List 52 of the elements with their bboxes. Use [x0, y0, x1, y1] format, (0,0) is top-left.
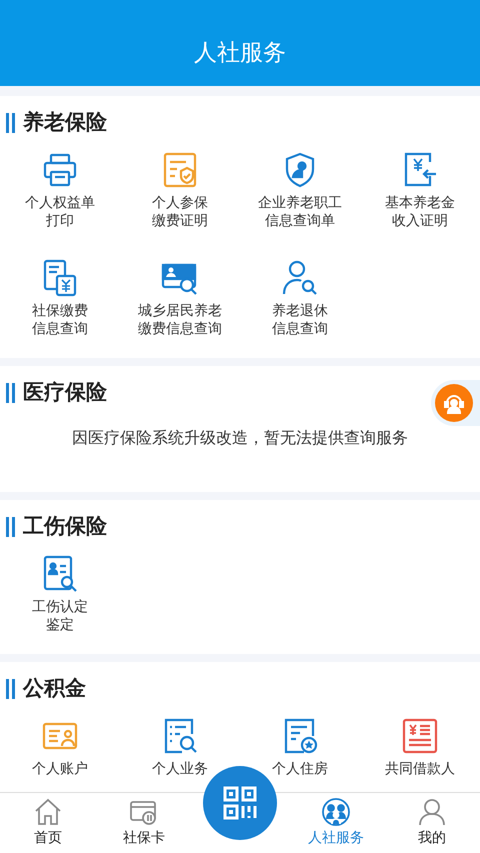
service-item[interactable]: 个人住房 — [240, 716, 360, 778]
item-label: 收入证明 — [392, 212, 448, 230]
item-label: 个人业务 — [152, 760, 208, 778]
service-item[interactable]: 个人参保 缴费证明 — [120, 150, 240, 230]
item-label: 社保缴费 — [32, 302, 88, 320]
title-bar-icon — [6, 679, 15, 699]
section-title: 养老保险 — [23, 109, 107, 136]
item-label: 共同借款人 — [385, 760, 455, 778]
service-item[interactable]: 社保缴费 信息查询 — [0, 258, 120, 338]
tab-item[interactable]: 我的 — [384, 793, 480, 853]
service-item[interactable]: 基本养老金 收入证明 — [360, 150, 480, 230]
title-bar-icon — [6, 517, 15, 537]
service-item[interactable]: 企业养老职工 信息查询单 — [240, 150, 360, 230]
item-label: 城乡居民养老 — [138, 302, 222, 320]
item-label: 基本养老金 — [385, 194, 455, 212]
people-icon — [321, 797, 351, 827]
title-bar-icon — [6, 113, 15, 133]
home-icon — [33, 797, 63, 827]
item-label: 个人住房 — [272, 760, 328, 778]
section-title: 公积金 — [23, 675, 86, 702]
item-label: 个人参保 — [152, 194, 208, 212]
service-item[interactable]: 个人账户 — [0, 716, 120, 778]
section-title: 工伤保险 — [23, 513, 107, 540]
item-label: 养老退休 — [272, 302, 328, 320]
item-label: 信息查询 — [272, 320, 328, 338]
service-item[interactable]: 个人权益单 打印 — [0, 150, 120, 230]
item-label: 缴费证明 — [152, 212, 208, 230]
service-item[interactable]: 养老退休 信息查询 — [240, 258, 360, 338]
title-bar-icon — [6, 383, 15, 403]
item-label: 工伤认定 — [32, 598, 88, 616]
item-label: 企业养老职工 — [258, 194, 342, 212]
item-label: 缴费信息查询 — [138, 320, 222, 338]
item-label: 信息查询 — [32, 320, 88, 338]
item-label: 个人账户 — [32, 760, 88, 778]
service-item[interactable]: 城乡居民养老 缴费信息查询 — [120, 258, 240, 338]
tab-item[interactable]: 首页 — [0, 793, 96, 853]
item-label: 信息查询单 — [265, 212, 335, 230]
customer-service-button[interactable] — [431, 380, 480, 426]
service-item[interactable]: 共同借款人 — [360, 716, 480, 778]
page-title: 人社服务 — [194, 38, 286, 68]
section-title: 医疗保险 — [23, 379, 107, 406]
service-item[interactable]: 个人业务 — [120, 716, 240, 778]
item-label: 鉴定 — [46, 616, 74, 634]
tab-item[interactable]: 社保卡 — [96, 793, 192, 853]
tab-item[interactable]: 人社服务 — [288, 793, 384, 853]
service-item[interactable]: 工伤认定 鉴定 — [0, 554, 120, 634]
qr-code-icon — [223, 786, 257, 820]
yuan-receipt-icon — [400, 716, 440, 756]
item-label: 个人权益单 — [25, 194, 95, 212]
person-icon — [417, 797, 447, 827]
notice-text: 因医疗保险系统升级改造，暂无法提供查询服务 — [71, 427, 409, 449]
item-label: 打印 — [46, 212, 74, 230]
